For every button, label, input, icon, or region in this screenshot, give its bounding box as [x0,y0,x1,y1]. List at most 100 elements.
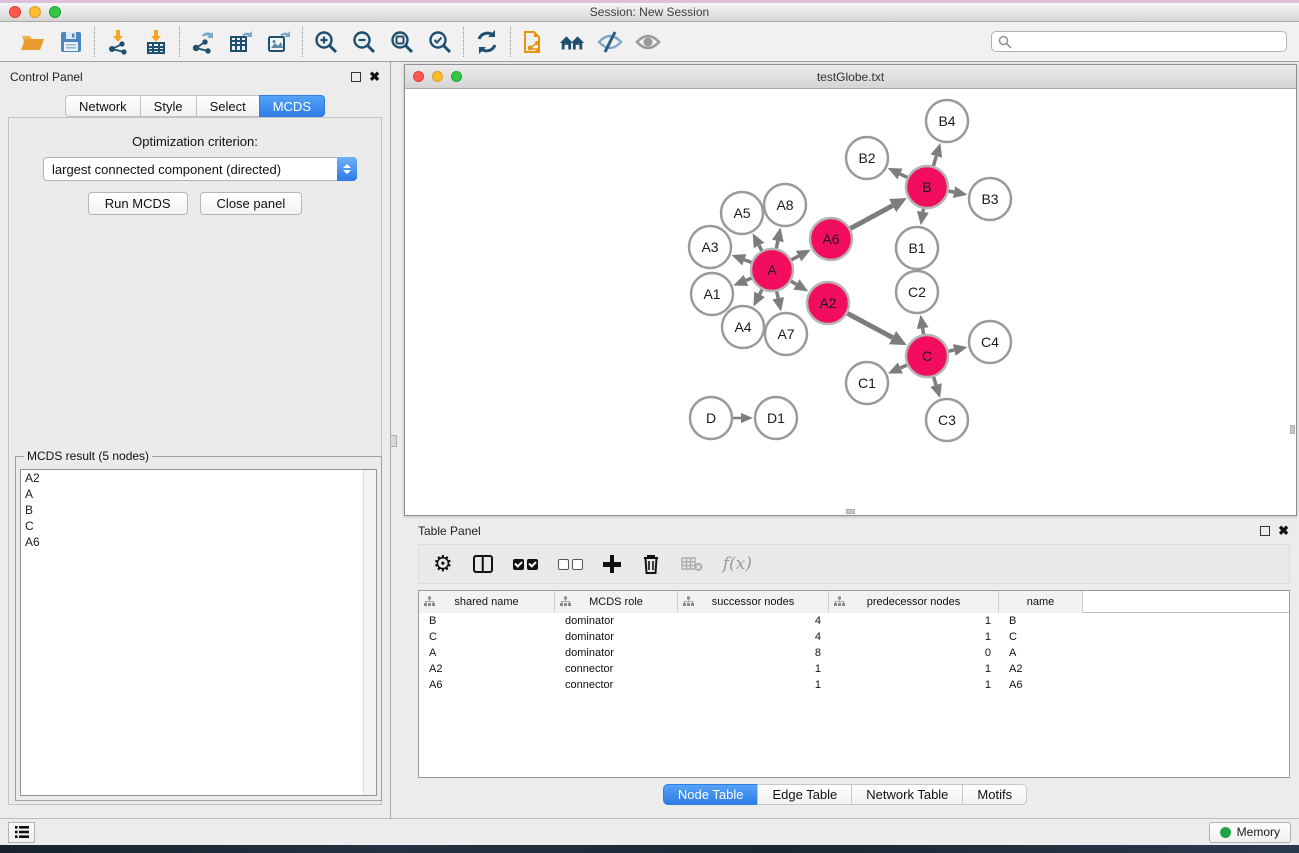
criterion-dropdown[interactable]: largest connected component (directed) [43,157,357,181]
table-cell[interactable]: 0 [829,647,999,659]
network-from-document-icon[interactable] [520,28,548,56]
table-cell[interactable]: C [999,631,1083,643]
tab-motifs[interactable]: Motifs [962,784,1027,805]
export-table-icon[interactable] [227,28,255,56]
search-field[interactable] [991,31,1287,52]
list-item[interactable]: A6 [21,534,376,550]
table-options-gear-icon[interactable]: ⚙ [433,551,453,577]
v-scrollbar-thumb[interactable] [1290,425,1295,434]
table-row[interactable]: A6connector11A6 [419,677,1289,693]
table-cell[interactable]: 1 [678,663,829,675]
edge-arrowhead [741,413,753,423]
list-icon [14,825,30,839]
task-history-button[interactable] [8,822,35,843]
edge[interactable] [848,206,893,230]
list-item[interactable]: A2 [21,470,376,486]
list-item[interactable]: A [21,486,376,502]
graph-node-label: A [767,262,777,278]
tab-node-table[interactable]: Node Table [663,784,758,805]
show-all-icon[interactable] [634,28,662,56]
table-cell[interactable]: dominator [555,615,678,627]
zoom-in-icon[interactable] [312,28,340,56]
mcds-result-groupbox: MCDS result (5 nodes) A2ABCA6 [15,456,382,801]
list-item[interactable]: B [21,502,376,518]
table-cell[interactable]: dominator [555,647,678,659]
split-panel-icon[interactable] [473,551,493,577]
table-cell[interactable]: A6 [999,679,1083,691]
list-item[interactable]: C [21,518,376,534]
apply-layout-icon[interactable] [473,28,501,56]
memory-button[interactable]: Memory [1209,822,1291,843]
export-network-icon[interactable] [189,28,217,56]
select-all-columns-icon[interactable] [513,551,538,577]
table-row[interactable]: Adominator80A [419,645,1289,661]
export-image-icon[interactable] [265,28,293,56]
table-cell[interactable]: A6 [419,679,555,691]
hide-selected-icon[interactable] [596,28,624,56]
node-table-header: shared nameMCDS rolesuccessor nodesprede… [419,591,1289,613]
column-header[interactable]: successor nodes [678,591,829,613]
table-row[interactable]: Cdominator41C [419,629,1289,645]
tab-select[interactable]: Select [196,95,259,117]
table-cell[interactable]: 4 [678,615,829,627]
column-header[interactable]: name [999,591,1083,613]
delete-columns-icon[interactable] [641,551,661,577]
network-canvas[interactable]: B4B2BB3A5A8A6A3B1AA1C2A2A4A7C4CC1C3DD1 [405,89,1296,515]
edge[interactable] [845,312,893,338]
tab-edge-table[interactable]: Edge Table [757,784,851,805]
close-panel-icon[interactable]: ✖ [369,72,380,82]
node-table[interactable]: shared nameMCDS rolesuccessor nodesprede… [418,590,1290,778]
function-builder-icon[interactable]: f(x) [723,551,752,577]
result-list-scrollbar[interactable] [363,470,376,795]
table-cell[interactable]: 1 [678,679,829,691]
table-row[interactable]: Bdominator41B [419,613,1289,629]
column-header[interactable]: predecessor nodes [829,591,999,613]
run-mcds-button[interactable]: Run MCDS [88,192,188,215]
mcds-result-list[interactable]: A2ABCA6 [20,469,377,796]
tab-network[interactable]: Network [65,95,140,117]
close-panel-button[interactable]: Close panel [200,192,303,215]
save-session-icon[interactable] [57,28,85,56]
open-session-icon[interactable] [19,28,47,56]
search-input[interactable] [1016,33,1280,50]
table-cell[interactable]: 8 [678,647,829,659]
table-cell[interactable]: 1 [829,679,999,691]
table-cell[interactable]: A2 [419,663,555,675]
import-network-icon[interactable] [104,28,132,56]
tab-style[interactable]: Style [140,95,196,117]
tab-network-table[interactable]: Network Table [851,784,962,805]
table-cell[interactable]: connector [555,663,678,675]
table-cell[interactable]: A [999,647,1083,659]
float-table-panel-icon[interactable] [1260,526,1270,536]
table-cell[interactable]: A [419,647,555,659]
unselect-all-columns-icon[interactable] [558,551,583,577]
import-table-icon[interactable] [142,28,170,56]
app: { "window": { "title": "Session: New Ses… [0,0,1299,853]
edge-arrowhead [917,315,929,329]
add-column-icon[interactable] [603,551,621,577]
close-table-panel-icon[interactable]: ✖ [1278,526,1289,536]
table-cell[interactable]: C [419,631,555,643]
table-cell[interactable]: B [999,615,1083,627]
table-cell[interactable]: connector [555,679,678,691]
float-panel-icon[interactable] [351,72,361,82]
column-header[interactable]: shared name [419,591,555,613]
home-icon[interactable] [558,28,586,56]
column-header[interactable]: MCDS role [555,591,678,613]
table-cell[interactable]: dominator [555,631,678,643]
panel-splitter-handle[interactable] [390,435,397,447]
table-cell[interactable]: 1 [829,615,999,627]
tab-mcds[interactable]: MCDS [259,95,325,117]
zoom-out-icon[interactable] [350,28,378,56]
table-cell[interactable]: B [419,615,555,627]
delete-table-icon[interactable] [681,551,703,577]
table-cell[interactable]: 1 [829,663,999,675]
table-cell[interactable]: 4 [678,631,829,643]
table-row[interactable]: A2connector11A2 [419,661,1289,677]
zoom-selected-icon[interactable] [426,28,454,56]
h-scrollbar-thumb[interactable] [846,509,855,514]
table-cell[interactable]: A2 [999,663,1083,675]
fit-content-icon[interactable] [388,28,416,56]
network-graph[interactable]: B4B2BB3A5A8A6A3B1AA1C2A2A4A7C4CC1C3DD1 [405,89,1296,515]
table-cell[interactable]: 1 [829,631,999,643]
